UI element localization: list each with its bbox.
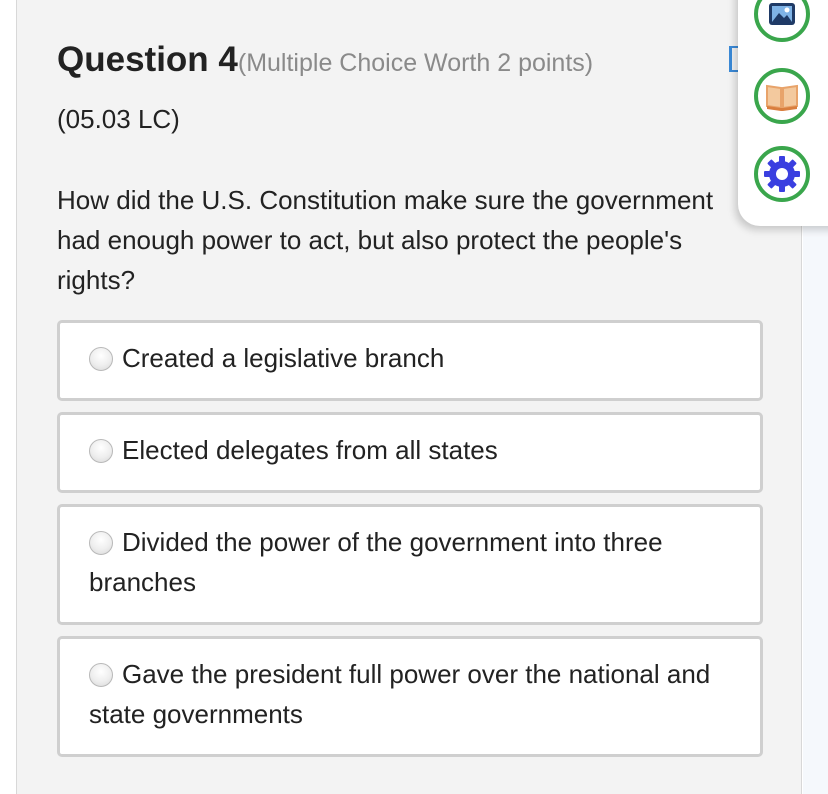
settings-tool-button[interactable] <box>754 146 810 202</box>
page-margin-left <box>0 0 16 794</box>
question-meta: (Multiple Choice Worth 2 points) <box>237 49 594 77</box>
book-tool-button[interactable] <box>754 68 810 124</box>
answer-option-2[interactable]: Elected delegates from all states <box>57 412 763 493</box>
answer-option-4[interactable]: Gave the president full power over the n… <box>57 636 763 757</box>
image-icon <box>769 3 795 25</box>
image-tool-button[interactable] <box>754 0 810 42</box>
radio-button[interactable] <box>89 439 113 463</box>
radio-button[interactable] <box>89 663 113 687</box>
question-text: How did the U.S. Constitution make sure … <box>57 185 714 295</box>
question-title: Question 4 <box>57 40 238 79</box>
book-icon <box>766 84 798 111</box>
radio-button[interactable] <box>89 531 113 555</box>
option-label: Gave the president full power over the n… <box>89 659 711 729</box>
answer-option-3[interactable]: Divided the power of the government into… <box>57 504 763 625</box>
radio-button[interactable] <box>89 347 113 371</box>
gear-icon <box>764 156 800 192</box>
question-card: Question 4(Multiple Choice Worth 2 point… <box>16 0 802 794</box>
answer-option-1[interactable]: Created a legislative branch <box>57 320 763 401</box>
option-label: Divided the power of the government into… <box>89 527 663 597</box>
bookmark-icon[interactable] <box>729 46 738 72</box>
tool-panel <box>738 0 828 226</box>
question-header: Question 4(Multiple Choice Worth 2 point… <box>57 40 593 80</box>
option-label: Elected delegates from all states <box>122 435 498 465</box>
option-label: Created a legislative branch <box>122 343 445 373</box>
question-code: (05.03 LC) <box>57 104 180 134</box>
